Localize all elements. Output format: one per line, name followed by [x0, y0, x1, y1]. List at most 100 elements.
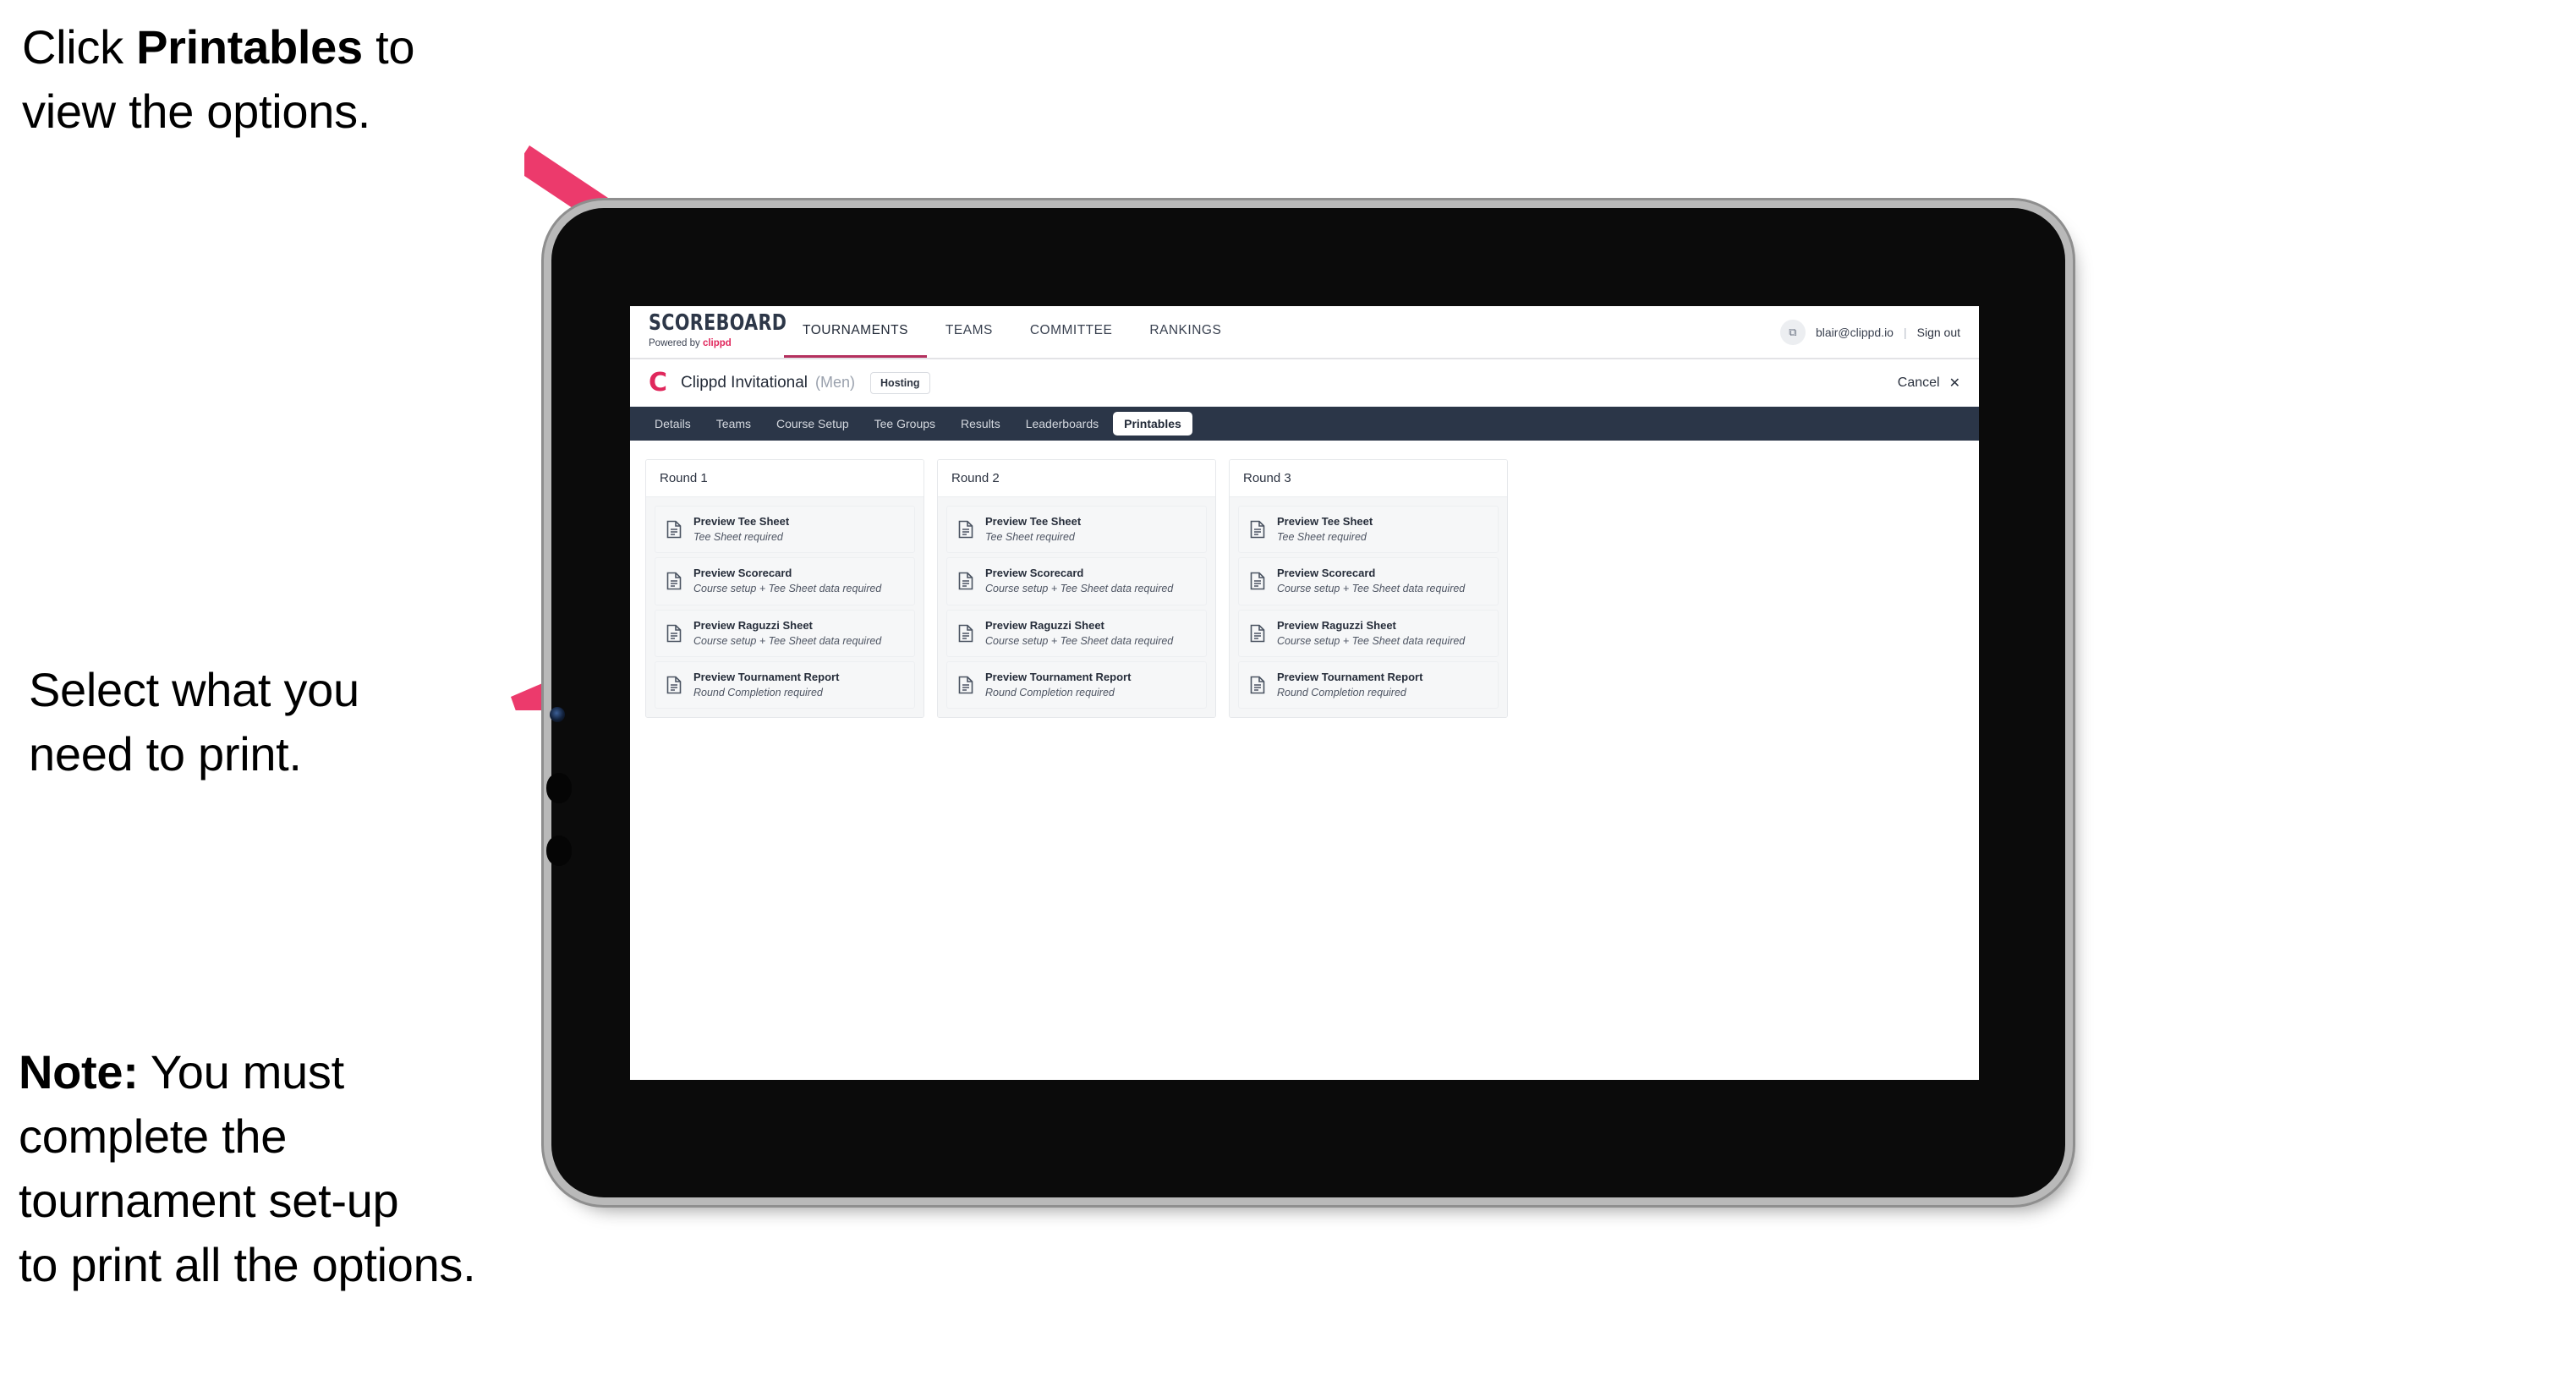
print-item-tee-sheet[interactable]: Preview Tee Sheet Tee Sheet required [655, 506, 915, 554]
tablet-volume-up-button[interactable] [546, 773, 572, 803]
print-item-title: Preview Scorecard [693, 567, 792, 580]
print-item-tournament-report[interactable]: Preview Tournament Report Round Completi… [1238, 660, 1499, 709]
account-divider: | [1903, 325, 1907, 339]
document-icon [1250, 676, 1265, 694]
rounds-grid: Round 1 Preview Tee Sheet Tee Sheet requ… [645, 459, 1964, 719]
round-items: Preview Tee Sheet Tee Sheet required Pre… [1230, 497, 1507, 718]
print-item-tournament-report[interactable]: Preview Tournament Report Round Completi… [946, 660, 1207, 709]
round-title: Round 3 [1230, 460, 1507, 497]
tab-label: Course Setup [776, 417, 849, 430]
document-icon [1250, 520, 1265, 539]
print-item-title: Preview Tournament Report [1277, 670, 1423, 683]
callout-top-prefix: Click [22, 20, 137, 74]
close-icon: ✕ [1948, 375, 1960, 391]
clippd-brand-text: clippd [702, 338, 732, 349]
app-header: SCOREBOARD Powered by clippd TOURNAMENTS… [630, 306, 1979, 359]
print-item-title: Preview Tournament Report [985, 670, 1132, 683]
callout-note-bold: Note: [19, 1045, 139, 1098]
printables-content: Round 1 Preview Tee Sheet Tee Sheet requ… [630, 441, 1979, 1078]
cancel-label: Cancel [1897, 375, 1940, 390]
round-title: Round 1 [646, 460, 924, 497]
logo-wordmark: SCOREBOARD [649, 310, 787, 337]
print-item-requirement: Tee Sheet required [985, 530, 1075, 543]
tab-teams[interactable]: Teams [705, 412, 762, 436]
tab-label: Printables [1124, 417, 1181, 430]
print-item-title: Preview Tournament Report [693, 670, 840, 683]
app-screen: SCOREBOARD Powered by clippd TOURNAMENTS… [630, 306, 1979, 1080]
print-item-requirement: Course setup + Tee Sheet data required [693, 634, 882, 647]
print-item-requirement: Course setup + Tee Sheet data required [693, 583, 882, 595]
tab-label: Teams [715, 417, 752, 430]
document-icon [666, 520, 682, 539]
nav-item-committee[interactable]: COMMITTEE [1011, 306, 1132, 358]
cancel-button[interactable]: Cancel ✕ [1898, 375, 1960, 392]
tab-details[interactable]: Details [644, 412, 702, 436]
print-item-raguzzi-sheet[interactable]: Preview Raguzzi Sheet Course setup + Tee… [655, 609, 915, 657]
print-item-requirement: Tee Sheet required [1277, 530, 1367, 543]
document-icon [666, 676, 682, 694]
tab-printables[interactable]: Printables [1113, 412, 1192, 436]
print-item-requirement: Tee Sheet required [693, 530, 783, 543]
logo-tagline-prefix: Powered by [649, 338, 703, 349]
print-item-raguzzi-sheet[interactable]: Preview Raguzzi Sheet Course setup + Tee… [1238, 609, 1499, 657]
print-item-requirement: Course setup + Tee Sheet data required [1277, 634, 1466, 647]
print-item-title: Preview Raguzzi Sheet [693, 618, 813, 632]
tournament-gender: (Men) [815, 374, 856, 391]
print-item-title: Preview Tee Sheet [1277, 515, 1373, 528]
round-items: Preview Tee Sheet Tee Sheet required Pre… [938, 497, 1215, 718]
nav-label: TOURNAMENTS [803, 323, 908, 337]
round-card: Round 3 Preview Tee Sheet Tee Sheet requ… [1229, 459, 1508, 719]
print-item-requirement: Round Completion required [1277, 686, 1406, 698]
nav-item-teams[interactable]: TEAMS [927, 306, 1011, 358]
print-item-tee-sheet[interactable]: Preview Tee Sheet Tee Sheet required [946, 506, 1207, 554]
print-item-tee-sheet[interactable]: Preview Tee Sheet Tee Sheet required [1238, 506, 1499, 554]
nav-item-tournaments[interactable]: TOURNAMENTS [784, 306, 927, 358]
round-items: Preview Tee Sheet Tee Sheet required Pre… [646, 497, 924, 718]
print-item-title: Preview Raguzzi Sheet [1277, 618, 1396, 632]
print-item-tournament-report[interactable]: Preview Tournament Report Round Completi… [655, 660, 915, 709]
tablet-device: SCOREBOARD Powered by clippd TOURNAMENTS… [546, 208, 2065, 1197]
print-item-raguzzi-sheet[interactable]: Preview Raguzzi Sheet Course setup + Tee… [946, 609, 1207, 657]
nav-item-rankings[interactable]: RANKINGS [1131, 306, 1240, 358]
clippd-c-logo-icon: C [649, 367, 668, 397]
tablet-volume-down-button[interactable] [546, 835, 572, 866]
tournament-name: Clippd Invitational [681, 373, 808, 392]
tab-label: Leaderboards [1025, 417, 1099, 430]
tournament-title-bar: C Clippd Invitational (Men) Hosting Canc… [630, 359, 1979, 407]
avatar[interactable]: ⧉ [1779, 319, 1806, 345]
round-card: Round 1 Preview Tee Sheet Tee Sheet requ… [645, 459, 924, 719]
print-item-title: Preview Scorecard [985, 567, 1084, 580]
tab-results[interactable]: Results [950, 412, 1011, 436]
document-icon [958, 520, 973, 539]
document-icon [666, 572, 682, 590]
print-item-requirement: Course setup + Tee Sheet data required [985, 634, 1174, 647]
logo-tagline: Powered by clippd [649, 339, 784, 349]
nav-label: RANKINGS [1149, 323, 1222, 337]
nav-label: COMMITTEE [1029, 323, 1113, 337]
print-item-scorecard[interactable]: Preview Scorecard Course setup + Tee She… [655, 557, 915, 605]
avatar-glyph: ⧉ [1789, 325, 1797, 338]
print-item-requirement: Round Completion required [985, 686, 1115, 698]
document-icon [958, 572, 973, 590]
account-area: ⧉ blair@clippd.io | Sign out [1779, 306, 1979, 358]
callout-click-printables: Click Printables to view the options. [22, 15, 597, 144]
tournament-subnav: Details Teams Course Setup Tee Groups Re… [630, 407, 1979, 441]
tab-course-setup[interactable]: Course Setup [765, 412, 860, 436]
hosting-badge[interactable]: Hosting [870, 371, 930, 394]
main-nav: TOURNAMENTS TEAMS COMMITTEE RANKINGS [784, 306, 1240, 358]
print-item-scorecard[interactable]: Preview Scorecard Course setup + Tee She… [946, 557, 1207, 605]
tab-label: Details [655, 417, 691, 430]
tab-tee-groups[interactable]: Tee Groups [863, 412, 946, 436]
document-icon [1250, 572, 1265, 590]
sign-out-link[interactable]: Sign out [1917, 326, 1960, 339]
tab-leaderboards[interactable]: Leaderboards [1015, 412, 1110, 436]
round-card: Round 2 Preview Tee Sheet Tee Sheet requ… [937, 459, 1216, 719]
document-icon [958, 624, 973, 643]
screenshot-canvas: Click Printables to view the options. Se… [0, 0, 2576, 1386]
print-item-title: Preview Scorecard [1277, 567, 1376, 580]
print-item-scorecard[interactable]: Preview Scorecard Course setup + Tee She… [1238, 557, 1499, 605]
tablet-camera-icon [550, 707, 565, 722]
document-icon [958, 676, 973, 694]
scoreboard-logo[interactable]: SCOREBOARD Powered by clippd [630, 306, 787, 358]
print-item-title: Preview Tee Sheet [693, 515, 790, 528]
